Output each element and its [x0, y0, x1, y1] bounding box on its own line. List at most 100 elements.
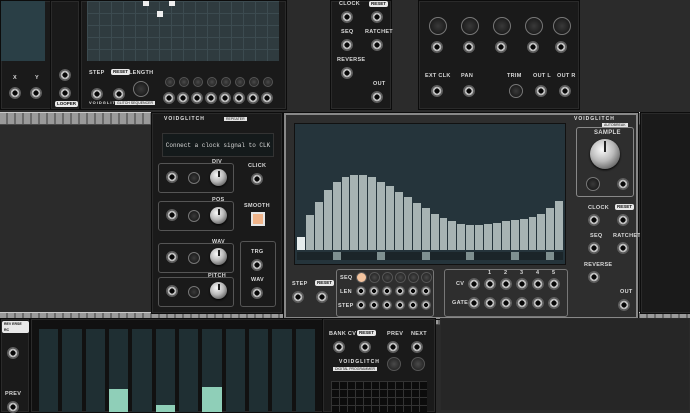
out-r-jack[interactable]: [559, 85, 571, 97]
prev-jack[interactable]: [7, 401, 19, 413]
sample-knob[interactable]: [590, 139, 620, 169]
gate-jack-3[interactable]: [500, 297, 512, 309]
seq-button-6[interactable]: [235, 77, 245, 87]
gate-jack-1[interactable]: [468, 297, 480, 309]
div-trim-knob[interactable]: [188, 172, 200, 184]
looper-jack-1[interactable]: [59, 69, 71, 81]
reset-jack[interactable]: [113, 88, 125, 100]
seq-jack[interactable]: [341, 39, 353, 51]
sampler-jack-1[interactable]: [431, 41, 443, 53]
reset-jack[interactable]: [371, 11, 383, 23]
smooth-toggle[interactable]: [251, 212, 265, 226]
pos-knob[interactable]: [210, 207, 227, 224]
clock-jack[interactable]: [588, 214, 600, 226]
sample-cv-jack[interactable]: [617, 178, 629, 190]
ratchet-jack[interactable]: [371, 39, 383, 51]
seq-button-5[interactable]: [221, 77, 231, 87]
seq-button-4[interactable]: [207, 77, 217, 87]
sampler-jack-4[interactable]: [527, 41, 539, 53]
step-jack-6[interactable]: [421, 300, 431, 310]
len-jack-2[interactable]: [369, 286, 379, 296]
clock-jack[interactable]: [341, 11, 353, 23]
len-jack-3[interactable]: [382, 286, 392, 296]
out-jack[interactable]: [371, 91, 383, 103]
seq-out-7[interactable]: [247, 92, 259, 104]
div-cv-jack[interactable]: [166, 171, 178, 183]
seq-out-1[interactable]: [163, 92, 175, 104]
trim-knob[interactable]: [509, 84, 523, 98]
bank-cv-jack[interactable]: [333, 341, 345, 353]
step-jack-2[interactable]: [369, 300, 379, 310]
prev-jack[interactable]: [387, 341, 399, 353]
out-l-jack[interactable]: [535, 85, 547, 97]
seq-select-3[interactable]: [382, 272, 393, 283]
pan-jack[interactable]: [463, 85, 475, 97]
step-jack-4[interactable]: [395, 300, 405, 310]
seq-select-6[interactable]: [421, 272, 432, 283]
step-jack[interactable]: [292, 291, 304, 303]
slider-column[interactable]: [132, 329, 152, 412]
gate-jack-2[interactable]: [484, 297, 496, 309]
slider-column[interactable]: [225, 329, 245, 412]
ext-clk-jack[interactable]: [431, 85, 443, 97]
seq-out-5[interactable]: [219, 92, 231, 104]
ratchet-jack[interactable]: [617, 242, 629, 254]
cv-jack-5[interactable]: [532, 278, 544, 290]
slider-column[interactable]: [85, 329, 105, 412]
cv-jack-4[interactable]: [516, 278, 528, 290]
y-jack[interactable]: [30, 87, 42, 99]
seq-select-1[interactable]: [356, 272, 367, 283]
wav-out-jack[interactable]: [251, 287, 263, 299]
pitch-knob[interactable]: [210, 282, 227, 299]
slider-column[interactable]: [178, 329, 199, 412]
next-button[interactable]: [411, 357, 425, 371]
reset-jack[interactable]: [359, 341, 371, 353]
reverse-jack[interactable]: [588, 271, 600, 283]
slider-column[interactable]: [62, 329, 82, 412]
len-jack-1[interactable]: [356, 286, 366, 296]
sampler-knob-5[interactable]: [553, 17, 571, 35]
sampler-jack-3[interactable]: [495, 41, 507, 53]
slider-column[interactable]: [202, 329, 222, 412]
bottom-left-jack[interactable]: [7, 347, 19, 359]
prev-button[interactable]: [387, 357, 401, 371]
cv-jack-6[interactable]: [548, 278, 560, 290]
reset-jack[interactable]: [617, 214, 629, 226]
wav-cv-jack[interactable]: [166, 251, 178, 263]
pos-cv-jack[interactable]: [166, 209, 178, 221]
slider-column[interactable]: [248, 329, 269, 412]
step-reset-jack[interactable]: [316, 291, 328, 303]
cv-jack-2[interactable]: [484, 278, 496, 290]
seq-button-3[interactable]: [193, 77, 203, 87]
step-jack-5[interactable]: [408, 300, 418, 310]
seq-out-6[interactable]: [233, 92, 245, 104]
sampler-knob-3[interactable]: [493, 17, 511, 35]
sampler-jack-5[interactable]: [555, 41, 567, 53]
gate-jack-5[interactable]: [532, 297, 544, 309]
pitch-trim-knob[interactable]: [188, 286, 200, 298]
seq-out-3[interactable]: [191, 92, 203, 104]
cv-jack-3[interactable]: [500, 278, 512, 290]
step-jack[interactable]: [91, 88, 103, 100]
reverse-jack[interactable]: [341, 67, 353, 79]
seq-select-2[interactable]: [369, 272, 380, 283]
sequencer-grid[interactable]: [87, 1, 279, 61]
slider-column[interactable]: [155, 329, 175, 412]
seq-button-1[interactable]: [165, 77, 175, 87]
slider-column[interactable]: [39, 329, 59, 412]
x-jack[interactable]: [9, 87, 21, 99]
seq-out-8[interactable]: [261, 92, 273, 104]
step-jack-3[interactable]: [382, 300, 392, 310]
gate-jack-4[interactable]: [516, 297, 528, 309]
len-jack-6[interactable]: [421, 286, 431, 296]
trg-jack[interactable]: [251, 259, 263, 271]
step-jack-1[interactable]: [356, 300, 366, 310]
bank-grid[interactable]: [331, 381, 427, 412]
looper-jack-2[interactable]: [59, 87, 71, 99]
gate-jack-6[interactable]: [548, 297, 560, 309]
sampler-knob-2[interactable]: [461, 17, 479, 35]
length-knob[interactable]: [133, 81, 149, 97]
click-jack[interactable]: [251, 173, 263, 185]
seq-select-4[interactable]: [395, 272, 406, 283]
slider-column[interactable]: [272, 329, 292, 412]
